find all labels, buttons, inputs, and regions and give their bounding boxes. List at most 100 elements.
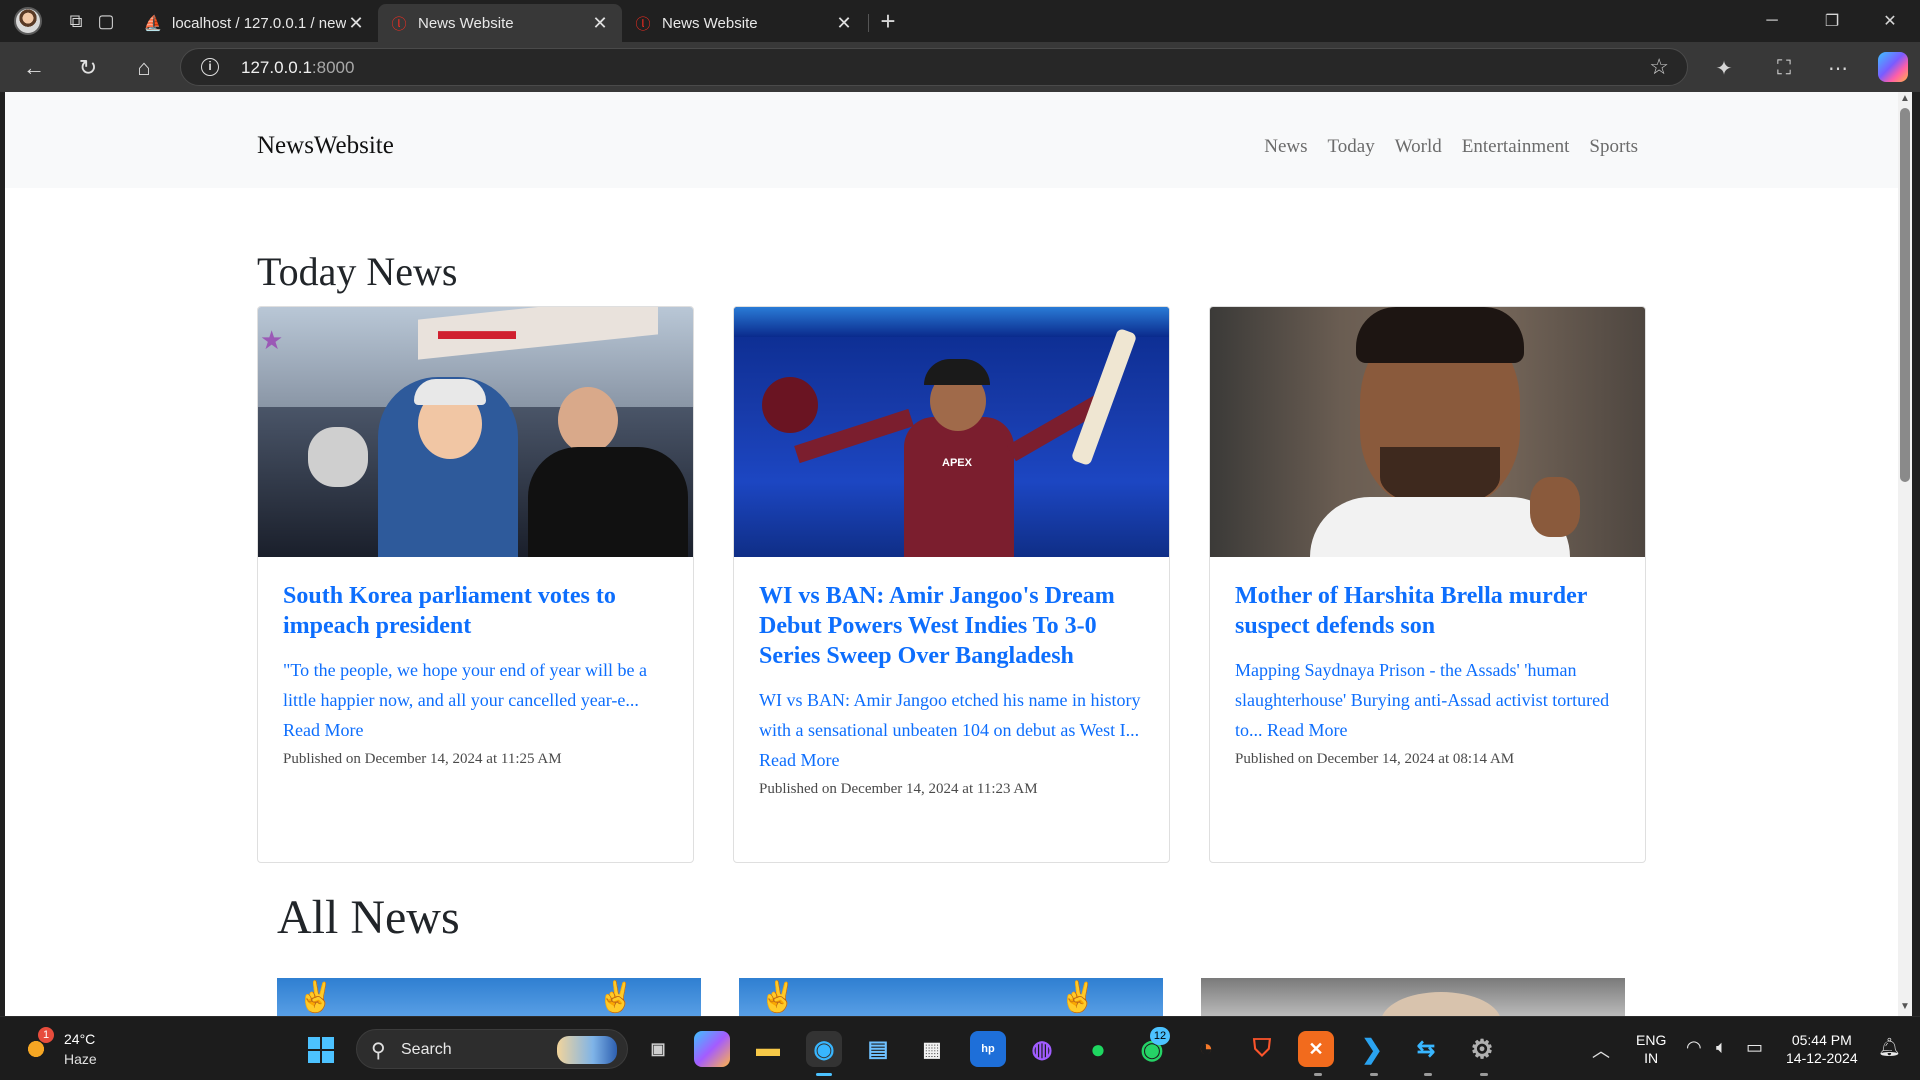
news-card: Mother of Harshita Brella murder suspect…: [1209, 306, 1646, 863]
all-news-heading: All News: [277, 891, 460, 944]
search-icon: ⚲: [371, 1040, 386, 1062]
running-indicator: [1480, 1073, 1488, 1076]
excerpt-text: WI vs BAN: Amir Jangoo etched his name i…: [759, 690, 1141, 740]
restore-icon[interactable]: ❐: [1812, 8, 1852, 34]
read-more-link[interactable]: Read More: [1267, 720, 1347, 740]
language-code: ENG: [1636, 1032, 1667, 1048]
more-options-icon[interactable]: ⋯: [1822, 52, 1854, 84]
site-nav-links: News Today World Entertainment Sports: [1264, 136, 1638, 158]
news-title[interactable]: Mother of Harshita Brella murder suspect…: [1235, 581, 1620, 641]
published-date: Published on December 14, 2024 at 08:14 …: [1235, 751, 1515, 767]
refresh-icon[interactable]: ↻: [72, 52, 104, 84]
myhp-icon[interactable]: hp: [970, 1031, 1006, 1067]
close-window-icon[interactable]: ✕: [1870, 8, 1910, 34]
brave-icon[interactable]: ⛉: [1244, 1031, 1280, 1067]
edge-browser-icon[interactable]: ◉: [806, 1031, 842, 1067]
read-more-link[interactable]: Read More: [283, 720, 363, 740]
published-date: Published on December 14, 2024 at 11:25 …: [283, 751, 562, 767]
scroll-thumb[interactable]: [1900, 108, 1910, 482]
task-view-icon[interactable]: ▣: [640, 1031, 676, 1067]
xampp-icon[interactable]: ✕: [1298, 1031, 1334, 1067]
volume-icon[interactable]: 🔈︎: [1716, 1037, 1727, 1058]
address-bar[interactable]: i 127.0.0.1:8000 ☆: [180, 48, 1688, 86]
page-viewport: NewsWebsite News Today World Entertainme…: [5, 92, 1898, 1016]
system-clock[interactable]: 05:44 PM 14-12-2024: [1786, 1031, 1858, 1067]
battery-icon[interactable]: ▭: [1746, 1037, 1763, 1058]
tab-news-website[interactable]: ⓛ News Website ✕: [622, 4, 866, 42]
news-image-portrait[interactable]: [1210, 307, 1645, 557]
whatsapp-badge: 12: [1150, 1027, 1170, 1045]
nav-link-news[interactable]: News: [1264, 136, 1307, 158]
tab-news-website-active[interactable]: ⓛ News Website ✕: [378, 4, 622, 42]
favorite-star-icon[interactable]: ☆: [1649, 54, 1669, 80]
news-image-partial[interactable]: [1201, 978, 1625, 1016]
phpmyadmin-icon: ⛵: [143, 15, 163, 32]
blender-icon[interactable]: ◔: [1188, 1031, 1224, 1067]
url-host: 127.0.0.1: [241, 58, 312, 77]
messenger-icon[interactable]: ◍: [1024, 1031, 1060, 1067]
filezilla-icon[interactable]: ⇆: [1408, 1031, 1444, 1067]
news-excerpt: Mapping Saydnaya Prison - the Assads' 'h…: [1235, 655, 1620, 745]
news-image-protest[interactable]: ▬▬▬ ★: [258, 307, 693, 557]
extensions-icon[interactable]: ✦: [1708, 52, 1740, 84]
start-button[interactable]: [308, 1037, 334, 1063]
minimize-icon[interactable]: ─: [1752, 8, 1792, 34]
tab-title: News Website: [662, 14, 758, 32]
copilot-app-icon[interactable]: [694, 1031, 730, 1067]
news-title[interactable]: South Korea parliament votes to impeach …: [283, 581, 668, 641]
news-card: APEX WI vs BAN: Amir Jangoo's Dream Debu…: [733, 306, 1170, 863]
notifications-bell-icon[interactable]: 🔔︎: [1878, 1037, 1901, 1058]
workspaces-icon[interactable]: ⧉: [62, 8, 90, 34]
new-tab-button[interactable]: +: [874, 6, 902, 36]
scroll-up-icon[interactable]: ▲: [1900, 94, 1910, 104]
nav-link-sports[interactable]: Sports: [1589, 136, 1638, 158]
url-port: :8000: [311, 58, 355, 77]
site-brand[interactable]: NewsWebsite: [257, 132, 394, 160]
language-indicator[interactable]: ENG IN: [1636, 1031, 1666, 1067]
screenshot-icon[interactable]: ⛶: [1768, 52, 1800, 84]
spotify-icon[interactable]: ●: [1080, 1031, 1116, 1067]
clock-date: 14-12-2024: [1786, 1050, 1858, 1066]
active-indicator: [816, 1073, 832, 1076]
clock-time: 05:44 PM: [1791, 1032, 1852, 1048]
running-indicator: [1314, 1073, 1322, 1076]
weather-temperature[interactable]: 24°C: [64, 1031, 95, 1047]
url-text: 127.0.0.1:8000: [241, 58, 354, 78]
excerpt-text: "To the people, we hope your end of year…: [283, 660, 647, 710]
copilot-icon[interactable]: [1878, 52, 1908, 82]
notepad-icon[interactable]: ▤: [860, 1031, 896, 1067]
page-scrollbar[interactable]: ▲ ▼: [1898, 92, 1912, 1016]
tab-title: News Website: [418, 14, 514, 32]
news-image-cricket[interactable]: APEX: [734, 307, 1169, 557]
back-icon[interactable]: ←: [18, 52, 50, 84]
running-indicator: [1424, 1073, 1432, 1076]
tab-phpmyadmin[interactable]: ⛵ localhost / 127.0.0.1 / news_website ✕: [132, 4, 378, 42]
close-tab-icon[interactable]: ✕: [346, 13, 366, 34]
nav-link-world[interactable]: World: [1395, 136, 1442, 158]
settings-gear-icon[interactable]: ⚙: [1464, 1031, 1500, 1067]
scroll-down-icon[interactable]: ▼: [1900, 1002, 1910, 1012]
show-hidden-icons-chevron[interactable]: ︿: [1592, 1037, 1610, 1063]
microsoft-store-icon[interactable]: ▦: [914, 1031, 950, 1067]
news-image-partial[interactable]: ✌ ✌: [739, 978, 1163, 1016]
read-more-link[interactable]: Read More: [759, 750, 839, 770]
nav-link-entertainment[interactable]: Entertainment: [1462, 136, 1570, 158]
site-info-icon[interactable]: i: [201, 58, 219, 76]
close-tab-icon[interactable]: ✕: [834, 13, 854, 34]
vscode-icon[interactable]: ❯: [1354, 1031, 1390, 1067]
weather-condition[interactable]: Haze: [64, 1051, 97, 1067]
news-title[interactable]: WI vs BAN: Amir Jangoo's Dream Debut Pow…: [759, 581, 1144, 671]
windows-taskbar: 1 24°C Haze ⚲ Search ▣ ▬ ◉ ▤ ▦ hp ◍ ● ◉ …: [0, 1016, 1920, 1080]
taskbar-search[interactable]: ⚲ Search: [356, 1029, 628, 1069]
file-explorer-icon[interactable]: ▬: [750, 1031, 786, 1067]
region-code: IN: [1644, 1050, 1659, 1066]
browser-toolbar: ← ↻ ⌂ i 127.0.0.1:8000 ☆ ✦ ⛶ ⋯: [0, 42, 1920, 92]
profile-avatar[interactable]: [14, 7, 42, 35]
close-tab-icon[interactable]: ✕: [590, 13, 610, 34]
news-image-partial[interactable]: ✌ ✌: [277, 978, 701, 1016]
vertical-tabs-icon[interactable]: ▢: [92, 8, 120, 34]
nav-link-today[interactable]: Today: [1328, 136, 1375, 158]
home-icon[interactable]: ⌂: [128, 52, 160, 84]
wifi-icon[interactable]: ◠: [1686, 1037, 1702, 1058]
news-excerpt: "To the people, we hope your end of year…: [283, 655, 668, 745]
